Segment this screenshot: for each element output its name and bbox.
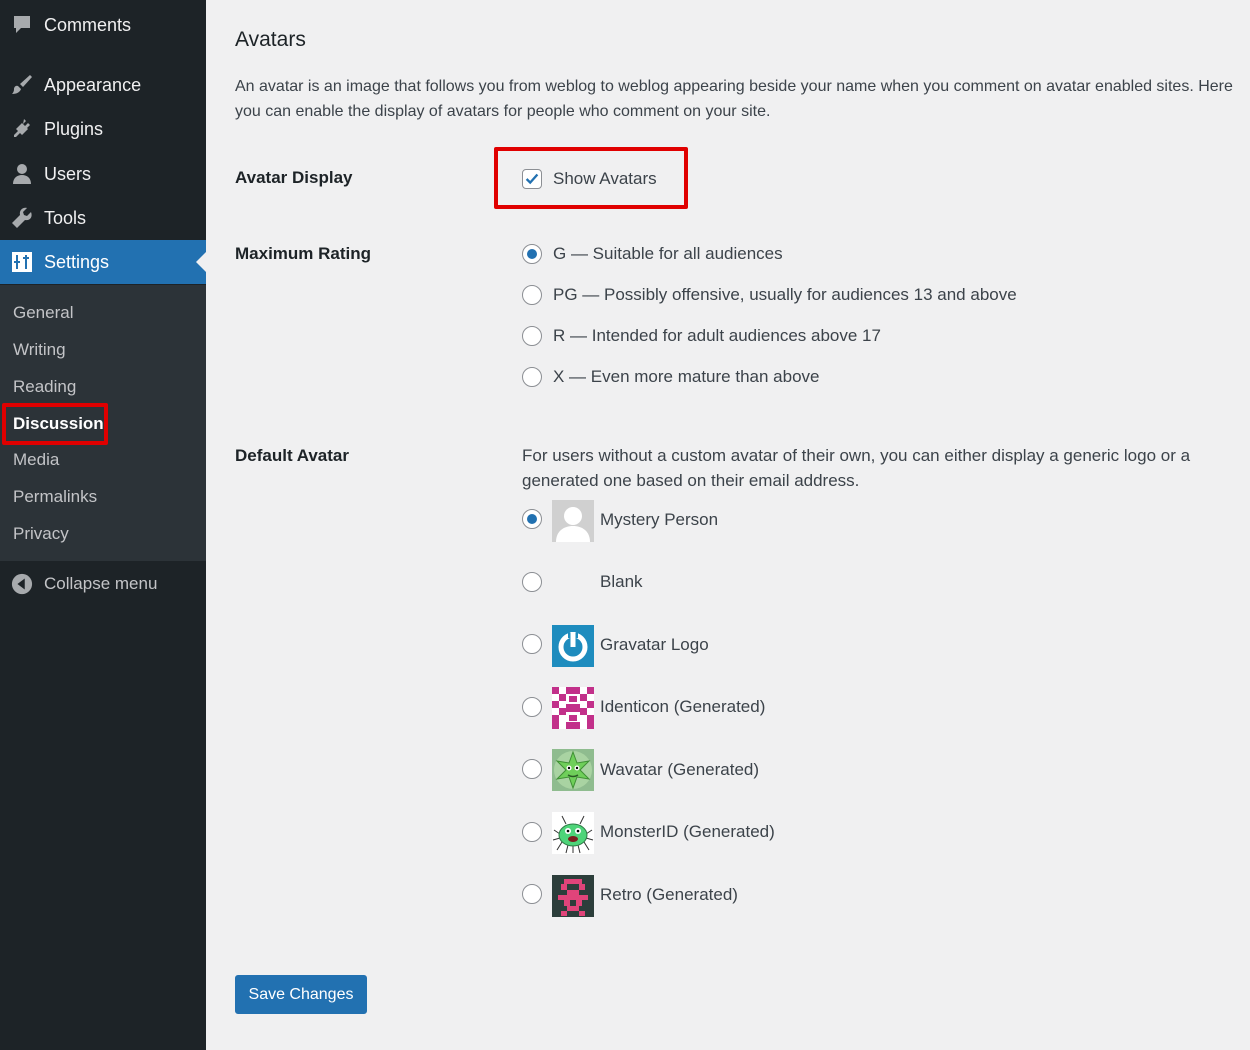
- collapse-menu-label: Collapse menu: [44, 574, 158, 593]
- discussion-highlight-box: [2, 403, 108, 445]
- sidebar-item-label: Settings: [44, 251, 110, 272]
- avatar-label-gravatar[interactable]: Gravatar Logo: [600, 635, 709, 655]
- sidebar-item-label: Comments: [44, 14, 132, 35]
- avatar-display-label: Avatar Display: [235, 168, 353, 187]
- main-content: Avatars An avatar is an image that follo…: [206, 0, 1250, 1050]
- avatar-radio-wavatar[interactable]: [522, 759, 542, 779]
- sidebar-item-comments[interactable]: Comments: [0, 3, 206, 47]
- sidebar-item-settings[interactable]: Settings: [0, 240, 206, 284]
- maximum-rating-label: Maximum Rating: [235, 244, 372, 263]
- collapse-arrow-icon: [0, 562, 44, 606]
- rating-radio-r[interactable]: [522, 326, 542, 346]
- rating-label-r[interactable]: R — Intended for adult audiences above 1…: [553, 326, 881, 346]
- sidebar-item-tools[interactable]: Tools: [0, 196, 206, 240]
- avatar-label-wavatar[interactable]: Wavatar (Generated): [600, 760, 759, 780]
- default-avatar-description: For users without a custom avatar of the…: [522, 446, 1191, 490]
- avatar-radio-retro[interactable]: [522, 884, 542, 904]
- monsterid-avatar: [552, 812, 594, 854]
- collapse-menu-button[interactable]: Collapse menu: [0, 562, 206, 606]
- save-changes-button[interactable]: Save Changes: [235, 975, 367, 1014]
- checkmark-icon: [525, 173, 539, 185]
- avatar-radio-monsterid[interactable]: [522, 822, 542, 842]
- paintbrush-icon: [0, 63, 44, 107]
- submenu-item-reading[interactable]: Reading: [13, 377, 76, 397]
- settings-icon: [0, 240, 44, 284]
- avatar-label-retro[interactable]: Retro (Generated): [600, 885, 738, 905]
- rating-label-pg[interactable]: PG — Possibly offensive, usually for aud…: [553, 285, 1017, 305]
- avatar-radio-mystery[interactable]: [522, 509, 542, 529]
- admin-sidebar: Comments Appearance Plugins Users Tools …: [0, 0, 206, 1050]
- section-title: Avatars: [235, 28, 306, 51]
- mystery-person-avatar: [552, 500, 594, 542]
- avatar-label-blank[interactable]: Blank: [600, 572, 643, 592]
- avatar-radio-gravatar[interactable]: [522, 634, 542, 654]
- sidebar-item-label: Users: [44, 163, 92, 184]
- wavatar-avatar: [552, 749, 594, 791]
- submenu-item-general[interactable]: General: [13, 303, 73, 323]
- retro-avatar: [552, 875, 594, 917]
- show-avatars-label[interactable]: Show Avatars: [553, 169, 657, 189]
- submenu-item-permalinks[interactable]: Permalinks: [13, 487, 97, 507]
- sidebar-item-label: Plugins: [44, 118, 104, 139]
- rating-radio-g[interactable]: [522, 244, 542, 264]
- submenu-item-privacy[interactable]: Privacy: [13, 524, 69, 544]
- sidebar-item-label: Appearance: [44, 74, 142, 95]
- comments-icon: [0, 3, 44, 47]
- submenu-item-media[interactable]: Media: [13, 450, 59, 470]
- show-avatars-checkbox[interactable]: [522, 169, 542, 189]
- rating-radio-pg[interactable]: [522, 285, 542, 305]
- identicon-avatar: [552, 687, 594, 729]
- user-icon: [0, 152, 44, 196]
- rating-label-x[interactable]: X — Even more mature than above: [553, 367, 819, 387]
- avatar-radio-blank[interactable]: [522, 572, 542, 592]
- section-description: An avatar is an image that follows you f…: [235, 78, 1233, 120]
- plug-icon: [0, 107, 44, 151]
- sidebar-item-label: Tools: [44, 207, 87, 228]
- rating-label-g[interactable]: G — Suitable for all audiences: [553, 244, 783, 264]
- sidebar-item-users[interactable]: Users: [0, 152, 206, 196]
- wrench-icon: [0, 196, 44, 240]
- submenu-item-writing[interactable]: Writing: [13, 340, 66, 360]
- avatar-label-monsterid[interactable]: MonsterID (Generated): [600, 822, 775, 842]
- avatar-label-identicon[interactable]: Identicon (Generated): [600, 697, 765, 717]
- sidebar-item-appearance[interactable]: Appearance: [0, 63, 206, 107]
- blank-avatar: [552, 562, 594, 604]
- gravatar-logo-avatar: [552, 625, 594, 667]
- avatar-radio-identicon[interactable]: [522, 697, 542, 717]
- sidebar-item-plugins[interactable]: Plugins: [0, 107, 206, 151]
- rating-radio-x[interactable]: [522, 367, 542, 387]
- avatar-label-mystery[interactable]: Mystery Person: [600, 510, 718, 530]
- default-avatar-label: Default Avatar: [235, 446, 349, 465]
